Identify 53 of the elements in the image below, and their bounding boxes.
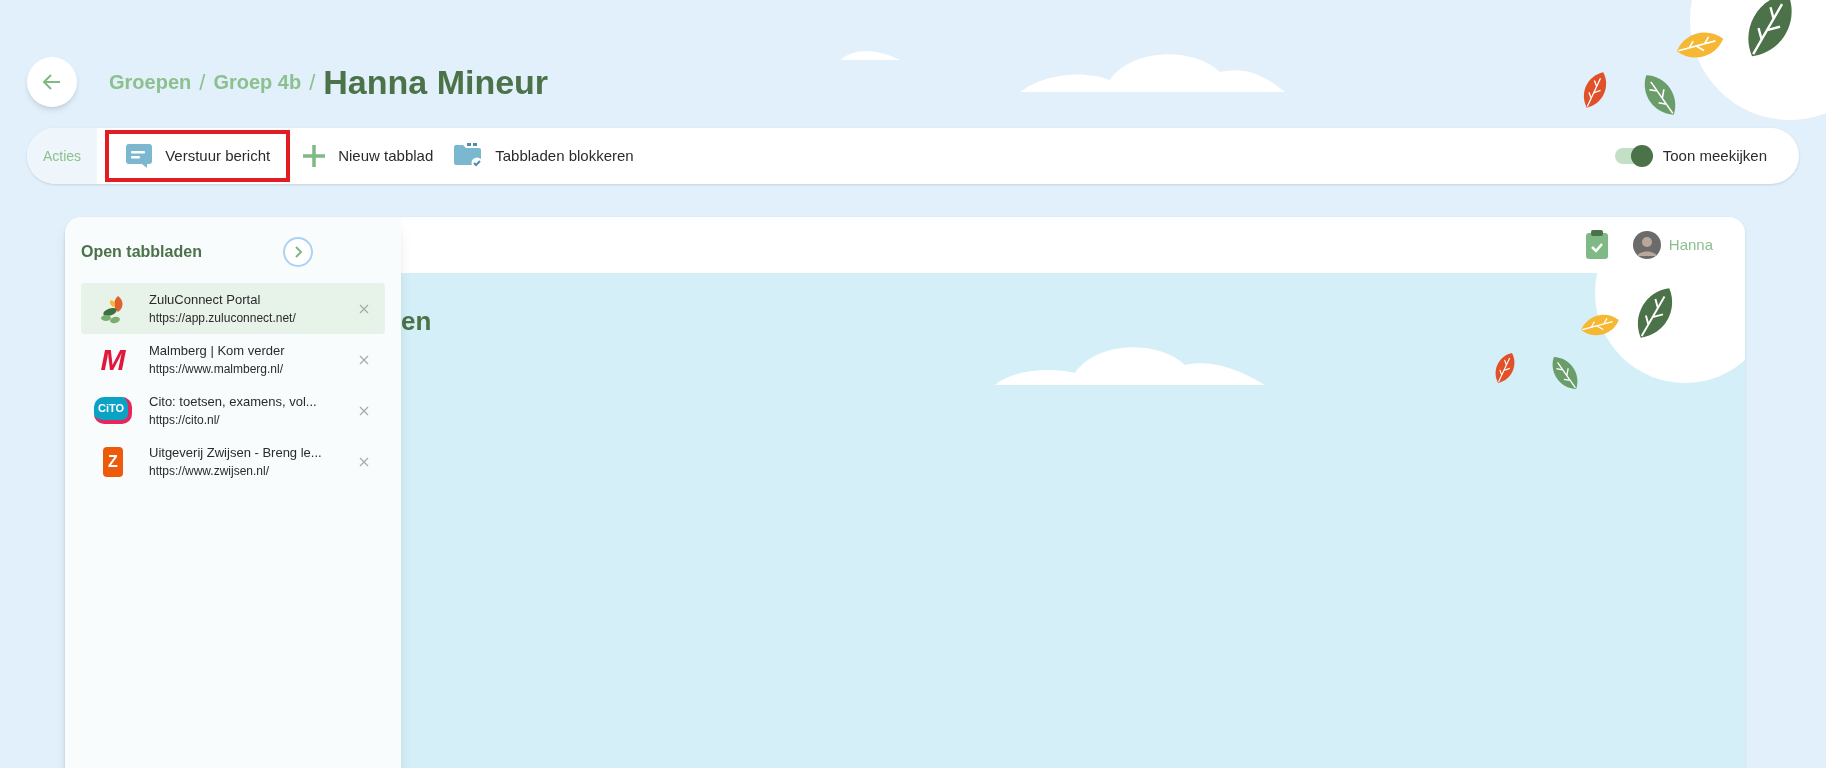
leaf-icon [1583,72,1607,108]
leaf-icon [1495,353,1515,383]
toolbar-action-button[interactable]: Tabbladen blokkeren [445,130,642,182]
leaf-icon [1552,357,1578,389]
close-icon [359,405,369,416]
expand-button[interactable] [283,237,313,267]
chevron-right-icon [294,246,302,258]
tab-url: https://www.malmberg.nl/ [149,361,285,379]
user-name: Hanna [1668,234,1713,255]
logo-mark: M [100,344,126,375]
chat-icon [125,143,154,169]
cloud-shape [840,51,900,60]
avatar-icon [1632,231,1661,259]
tab-title: Malmberg | Kom verder [149,341,286,360]
toolbar-label: Acties [27,128,98,184]
leaf-icon [1581,314,1619,336]
folder-check-icon [453,143,484,169]
tab-url: https://app.zuluconnect.net/ [149,310,297,328]
tab-title: Cito: toetsen, examens, vol... [149,392,318,411]
clipboard-check-icon [1584,230,1609,260]
leaf-icon [1637,288,1673,338]
close-icon [359,354,369,365]
plus-icon [302,144,327,168]
open-tab-item[interactable]: Z Uitgeverij Zwijsen - Breng le... https://www.zwijsen.nl/ [81,436,385,487]
toggle-switch[interactable] [1614,148,1651,164]
tab-title: ZuluConnect Portal [149,290,262,309]
toolbar-action-button[interactable]: Verstuur bericht [105,130,291,182]
tab-title: Uitgeverij Zwijsen - Breng le... [149,443,323,462]
close-button[interactable] [359,456,369,467]
tab-url: https://www.zwijsen.nl/ [149,463,271,481]
panel-title: Open tabbladen [81,242,202,262]
close-icon [359,303,369,314]
toolbar-action-button[interactable]: Nieuw tabblad [294,130,442,182]
leaf-icon [1748,0,1792,57]
leaf-icon [1676,32,1724,58]
tab-url: https://cito.nl/ [149,412,221,430]
arrow-left-icon [42,72,62,92]
logo-mark: Z [103,446,123,477]
close-button[interactable] [359,405,369,416]
breadcrumb-separator: / [309,68,316,97]
close-button[interactable] [359,303,369,314]
page-title: Hanna Mineur [323,61,549,103]
open-tab-item[interactable]: ZuluConnect Portal https://app.zuluconnect.net/ [81,283,385,334]
toggle-label: Toon meekijken [1662,145,1767,166]
close-button[interactable] [359,354,369,365]
breadcrumb-separator: / [199,68,206,97]
back-button[interactable] [27,57,77,107]
logo-mark: CiTO [93,397,133,424]
leaf-icon [1644,75,1676,115]
content-heading: en [401,305,432,338]
close-icon [359,456,369,467]
open-tab-item[interactable]: M Malmberg | Kom verder https://www.malmberg.nl/ [81,334,385,385]
open-tab-item[interactable]: CiTO Cito: toetsen, examens, vol... https://cito.nl/ [81,385,385,436]
